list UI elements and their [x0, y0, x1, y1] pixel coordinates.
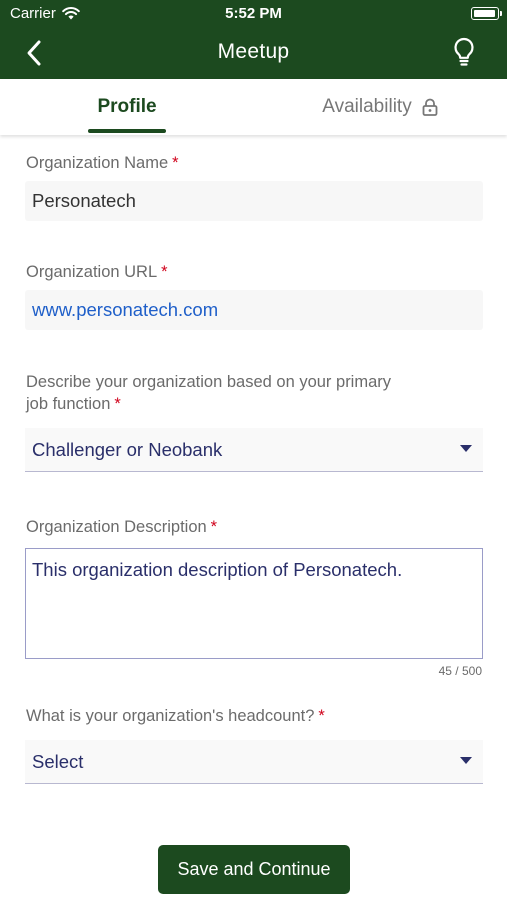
job-function-label: Describe your organization based on your…: [26, 373, 392, 413]
job-function-value: Challenger or Neobank: [32, 438, 223, 460]
status-time: 5:52 PM: [225, 5, 282, 22]
required-mark: *: [210, 518, 218, 536]
org-url-label: Organization URL *: [26, 263, 168, 281]
battery-icon: [471, 7, 502, 20]
org-description-textarea[interactable]: This organization description of Persona…: [25, 548, 483, 659]
tab-profile[interactable]: Profile: [60, 79, 194, 135]
status-bar: Carrier 5:52 PM: [0, 0, 507, 28]
org-name-field[interactable]: Personatech: [25, 181, 483, 221]
required-mark: *: [318, 707, 325, 725]
required-mark: *: [114, 395, 121, 413]
top-bar: Carrier 5:52 PM Meetup: [0, 0, 507, 79]
lock-icon: [422, 98, 438, 116]
job-function-select[interactable]: Challenger or Neobank: [25, 428, 483, 472]
org-description-label: Organization Description *: [26, 518, 218, 536]
tab-availability-label: Availability: [322, 96, 412, 117]
required-mark: *: [172, 154, 179, 172]
page-title: Meetup: [217, 40, 290, 63]
lightbulb-icon[interactable]: [450, 36, 478, 68]
character-counter: 45 / 500: [438, 664, 482, 678]
caret-down-icon: [460, 445, 472, 452]
tab-active-indicator: [88, 129, 166, 133]
tab-bar: Profile Availability: [0, 79, 507, 135]
tab-profile-label: Profile: [97, 96, 157, 117]
tab-availability[interactable]: Availability: [290, 79, 470, 135]
headcount-value: Select: [32, 750, 84, 772]
org-name-label: Organization Name *: [26, 154, 179, 172]
headcount-select[interactable]: Select: [25, 740, 483, 784]
headcount-label: What is your organization's headcount? *: [26, 707, 325, 725]
org-url-field[interactable]: www.personatech.com: [25, 290, 483, 330]
required-mark: *: [161, 263, 168, 281]
caret-down-icon: [460, 757, 472, 764]
save-and-continue-button[interactable]: Save and Continue: [158, 845, 350, 894]
